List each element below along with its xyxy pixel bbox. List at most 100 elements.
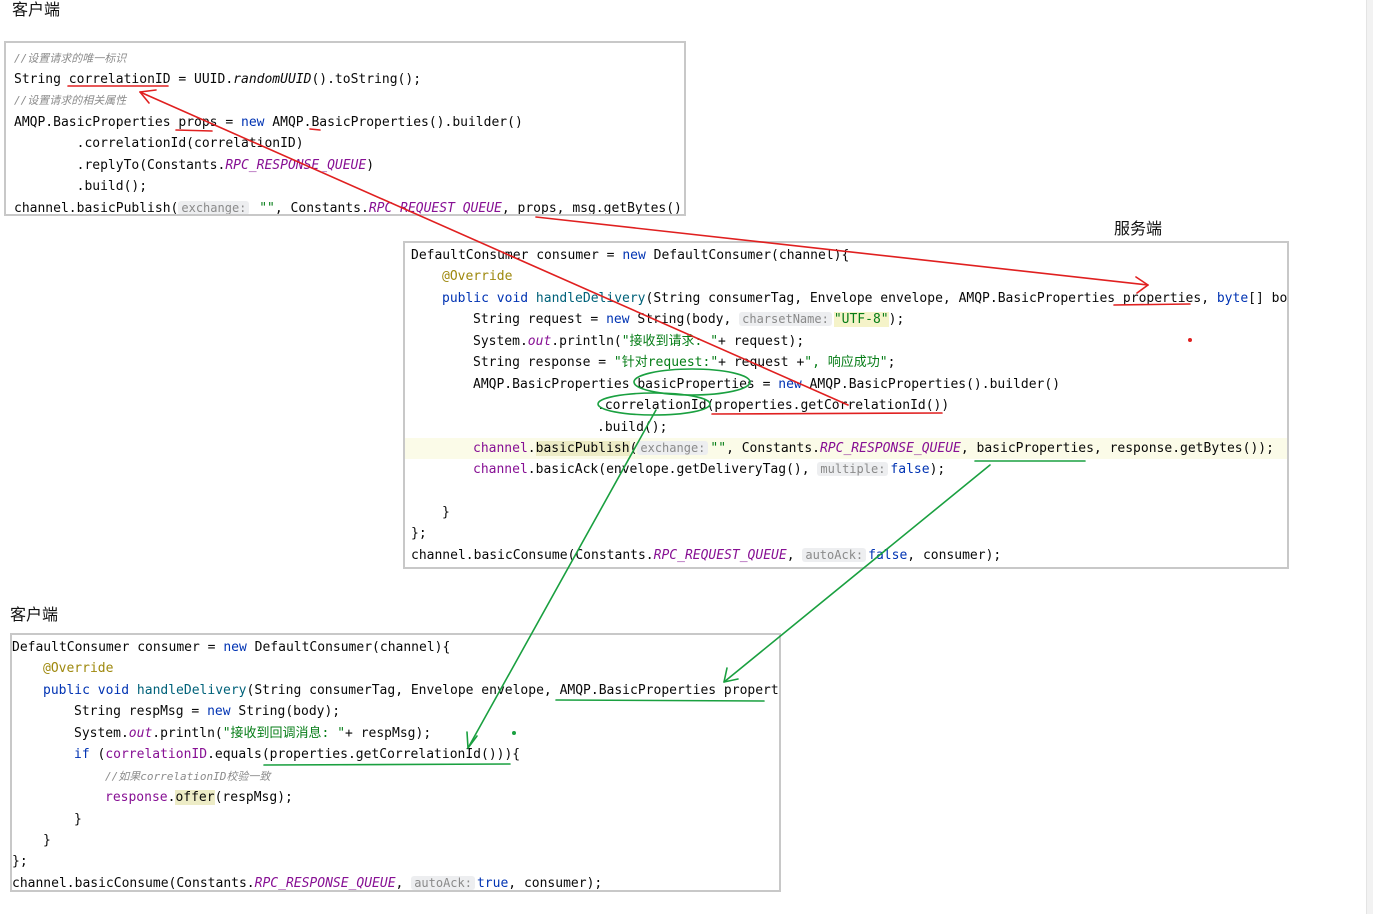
code-token: if bbox=[74, 747, 90, 762]
code-token: .basicAck(envelope.getDeliveryTag(), bbox=[527, 462, 818, 477]
code-line: AMQP.BasicProperties props = new AMQP.Ba… bbox=[14, 112, 523, 133]
parameter-hint: autoAck: bbox=[802, 548, 867, 562]
code-token: offer bbox=[175, 790, 215, 805]
client-top-heading: 客户端 bbox=[12, 0, 61, 19]
code-line: public void handleDelivery(String consum… bbox=[442, 288, 1288, 309]
code-line: //如果correlationID校验一致 bbox=[105, 766, 270, 787]
code-token: AMQP.BasicProperties().builder() bbox=[801, 377, 1061, 392]
code-token: channel.basicConsume(Constants. bbox=[12, 876, 255, 891]
code-token: }; bbox=[411, 526, 427, 541]
code-token: DefaultConsumer(channel){ bbox=[645, 248, 850, 263]
code-line: channel.basicConsume(Constants.RPC_RESPO… bbox=[12, 873, 602, 891]
code-line: if (correlationID.equals(properties.getC… bbox=[74, 744, 520, 765]
code-line: String respMsg = new String(body); bbox=[74, 701, 340, 722]
code-line: channel.basicPublish(exchange: "", Const… bbox=[14, 198, 686, 216]
code-token: ().toString(); bbox=[311, 72, 422, 87]
code-line: System.out.println("接收到回调消息: "+ respMsg)… bbox=[74, 723, 431, 744]
code-token: .build(); bbox=[597, 420, 668, 435]
code-token: } bbox=[74, 812, 82, 827]
code-token: handleDelivery bbox=[535, 291, 646, 306]
code-token: RPC_REQUEST_QUEUE bbox=[368, 201, 502, 216]
code-line: .correlationId(correlationID) bbox=[14, 133, 304, 154]
code-token: .equals(properties.getCorrelationId())){ bbox=[207, 747, 521, 762]
code-token: ); bbox=[929, 462, 946, 477]
code-token: RPC_RESPONSE_QUEUE bbox=[225, 158, 367, 173]
code-token: ", 响应成功" bbox=[804, 355, 888, 370]
parameter-hint: exchange: bbox=[637, 441, 709, 455]
code-token: , basicProperties, response.getBytes()); bbox=[960, 441, 1274, 456]
code-token: .correlationId(correlationID) bbox=[14, 136, 304, 151]
code-token: }; bbox=[12, 854, 28, 869]
code-token: out bbox=[128, 726, 153, 741]
code-token: "针对request:" bbox=[613, 355, 719, 370]
code-token: ) bbox=[366, 158, 375, 173]
code-token: correlationID bbox=[105, 747, 208, 762]
code-token: channel.basicPublish( bbox=[14, 201, 179, 216]
code-token: , consumer); bbox=[907, 548, 1002, 563]
code-line: }; bbox=[411, 523, 427, 544]
code-token: , Constants. bbox=[726, 441, 820, 456]
code-token: DefaultConsumer consumer = bbox=[411, 248, 623, 263]
code-token: .println( bbox=[551, 334, 622, 349]
code-token: false bbox=[868, 548, 908, 563]
code-line: @Override bbox=[43, 658, 113, 679]
code-line: String correlationID = UUID.randomUUID()… bbox=[14, 69, 421, 90]
server-heading: 服务端 bbox=[1114, 219, 1163, 238]
code-token: , bbox=[395, 876, 412, 891]
code-line: DefaultConsumer consumer = new DefaultCo… bbox=[12, 637, 450, 658]
code-token: "" bbox=[710, 441, 727, 456]
code-token: String respMsg = bbox=[74, 704, 208, 719]
code-token: @Override bbox=[442, 269, 513, 284]
code-token: RPC_RESPONSE_QUEUE bbox=[254, 876, 396, 891]
code-token: AMQP.BasicProperties basicProperties = bbox=[473, 377, 779, 392]
code-token: (String consumerTag, Envelope envelope, … bbox=[645, 291, 1217, 306]
comment: //如果correlationID校验一致 bbox=[105, 770, 271, 783]
server-code-panel: DefaultConsumer consumer = new DefaultCo… bbox=[403, 241, 1289, 569]
code-token: String request = bbox=[473, 312, 607, 327]
parameter-hint: autoAck: bbox=[411, 876, 475, 890]
scrollbar-strip[interactable] bbox=[1366, 0, 1373, 914]
code-line: .build(); bbox=[14, 176, 147, 197]
code-line: channel.basicPublish(exchange: "", Consta… bbox=[473, 438, 1274, 459]
code-token: + request); bbox=[718, 334, 805, 349]
code-token: String(body, bbox=[629, 312, 740, 327]
code-token: = UUID. bbox=[170, 72, 234, 87]
code-token: .build(); bbox=[14, 179, 148, 194]
code-line: .replyTo(Constants.RPC_RESPONSE_QUEUE) bbox=[14, 155, 374, 176]
code-line: } bbox=[74, 809, 82, 830]
code-token: DefaultConsumer(channel){ bbox=[246, 640, 451, 655]
code-token: "接收到回调消息: " bbox=[222, 726, 346, 741]
code-token: String bbox=[14, 72, 69, 87]
code-token: (String consumerTag, Envelope envelope, … bbox=[246, 683, 781, 698]
code-line: @Override bbox=[442, 266, 512, 287]
code-token: String(body); bbox=[230, 704, 341, 719]
code-token: AMQP.BasicProperties().builder() bbox=[264, 115, 523, 130]
code-token: "接收到请求: " bbox=[621, 334, 719, 349]
code-token: new bbox=[207, 704, 231, 719]
code-line: .build(); bbox=[597, 417, 667, 438]
code-line: DefaultConsumer consumer = new DefaultCo… bbox=[411, 245, 849, 266]
code-line: AMQP.BasicProperties basicProperties = n… bbox=[473, 374, 1060, 395]
code-token: AMQP.BasicProperties bbox=[14, 115, 179, 130]
code-token: "UTF-8" bbox=[833, 312, 889, 327]
code-token: RPC_REQUEST_QUEUE bbox=[653, 548, 787, 563]
code-token: System. bbox=[74, 726, 129, 741]
code-token: .println( bbox=[152, 726, 223, 741]
code-line: System.out.println("接收到请求: "+ request); bbox=[473, 331, 804, 352]
code-token: + respMsg); bbox=[345, 726, 432, 741]
code-token: , bbox=[786, 548, 803, 563]
code-line: //设置请求的相关属性 bbox=[14, 90, 126, 111]
code-token: DefaultConsumer consumer = bbox=[12, 640, 224, 655]
code-token: true bbox=[476, 876, 509, 891]
code-token: [] body) bbox=[1248, 291, 1288, 306]
code-line: } bbox=[43, 830, 51, 851]
code-token: channel bbox=[473, 441, 528, 456]
code-token: new bbox=[223, 640, 247, 655]
code-token: new bbox=[778, 377, 802, 392]
code-token: public void bbox=[442, 291, 529, 306]
code-token: , props, msg.getBytes()); bbox=[501, 201, 686, 216]
code-token: = bbox=[217, 115, 241, 130]
code-token: handleDelivery bbox=[136, 683, 247, 698]
code-line: channel.basicConsume(Constants.RPC_REQUE… bbox=[411, 545, 1001, 566]
code-token: props bbox=[178, 115, 218, 130]
